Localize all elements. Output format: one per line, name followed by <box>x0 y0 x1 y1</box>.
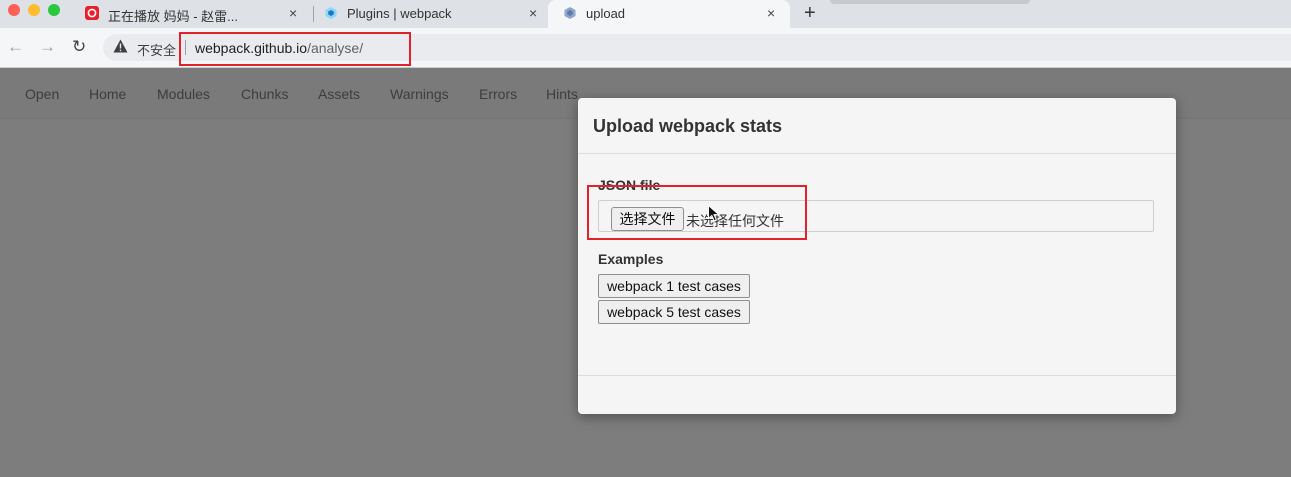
music-app-icon <box>85 6 99 20</box>
examples-label: Examples <box>598 251 664 267</box>
file-input-highlight-box <box>587 185 807 240</box>
tab-title: Plugins | webpack <box>347 6 452 21</box>
tab-divider <box>313 6 314 22</box>
nav-errors[interactable]: Errors <box>479 86 517 102</box>
back-button[interactable]: ← <box>7 37 24 57</box>
warning-icon[interactable] <box>113 39 128 53</box>
tab-webpack-plugins[interactable]: Plugins | webpack × <box>324 0 546 28</box>
webpack-logo-icon <box>325 7 337 19</box>
new-tab-button[interactable]: + <box>804 1 816 25</box>
nav-assets[interactable]: Assets <box>318 86 360 102</box>
nav-chunks[interactable]: Chunks <box>241 86 288 102</box>
nav-warnings[interactable]: Warnings <box>390 86 449 102</box>
window-zoom-button[interactable] <box>48 4 60 16</box>
mouse-cursor-icon <box>708 205 720 222</box>
tab-netease-music[interactable]: 正在播放 妈妈 - 赵雷... × <box>85 0 307 28</box>
window-close-button[interactable] <box>8 4 20 16</box>
window-minimize-button[interactable] <box>28 4 40 16</box>
webpack-5-examples-button[interactable]: webpack 5 test cases <box>598 300 750 324</box>
nav-home[interactable]: Home <box>89 86 126 102</box>
security-status-label[interactable]: 不安全 <box>137 40 176 59</box>
modal-footer-divider <box>578 375 1176 376</box>
tab-title: upload <box>586 6 626 21</box>
tab-close-icon[interactable]: × <box>289 4 297 22</box>
upload-modal: Upload webpack stats JSON file Examples … <box>578 98 1176 414</box>
modal-title: Upload webpack stats <box>593 116 783 136</box>
window-shadow <box>830 0 1030 4</box>
forward-button[interactable]: → <box>39 37 56 57</box>
url-highlight-box <box>179 32 411 66</box>
nav-modules[interactable]: Modules <box>157 86 210 102</box>
webpack-1-examples-button[interactable]: webpack 1 test cases <box>598 274 750 298</box>
modal-header-divider <box>578 153 1176 154</box>
webpack-cube-icon <box>564 7 576 19</box>
nav-hints[interactable]: Hints <box>546 86 578 102</box>
nav-open[interactable]: Open <box>25 86 59 102</box>
tab-upload[interactable]: upload × <box>563 0 785 28</box>
reload-button[interactable]: ↻ <box>72 37 86 57</box>
tab-close-icon[interactable]: × <box>767 4 775 22</box>
tab-close-icon[interactable]: × <box>529 4 537 22</box>
tab-title: 正在播放 妈妈 - 赵雷... <box>108 9 239 24</box>
